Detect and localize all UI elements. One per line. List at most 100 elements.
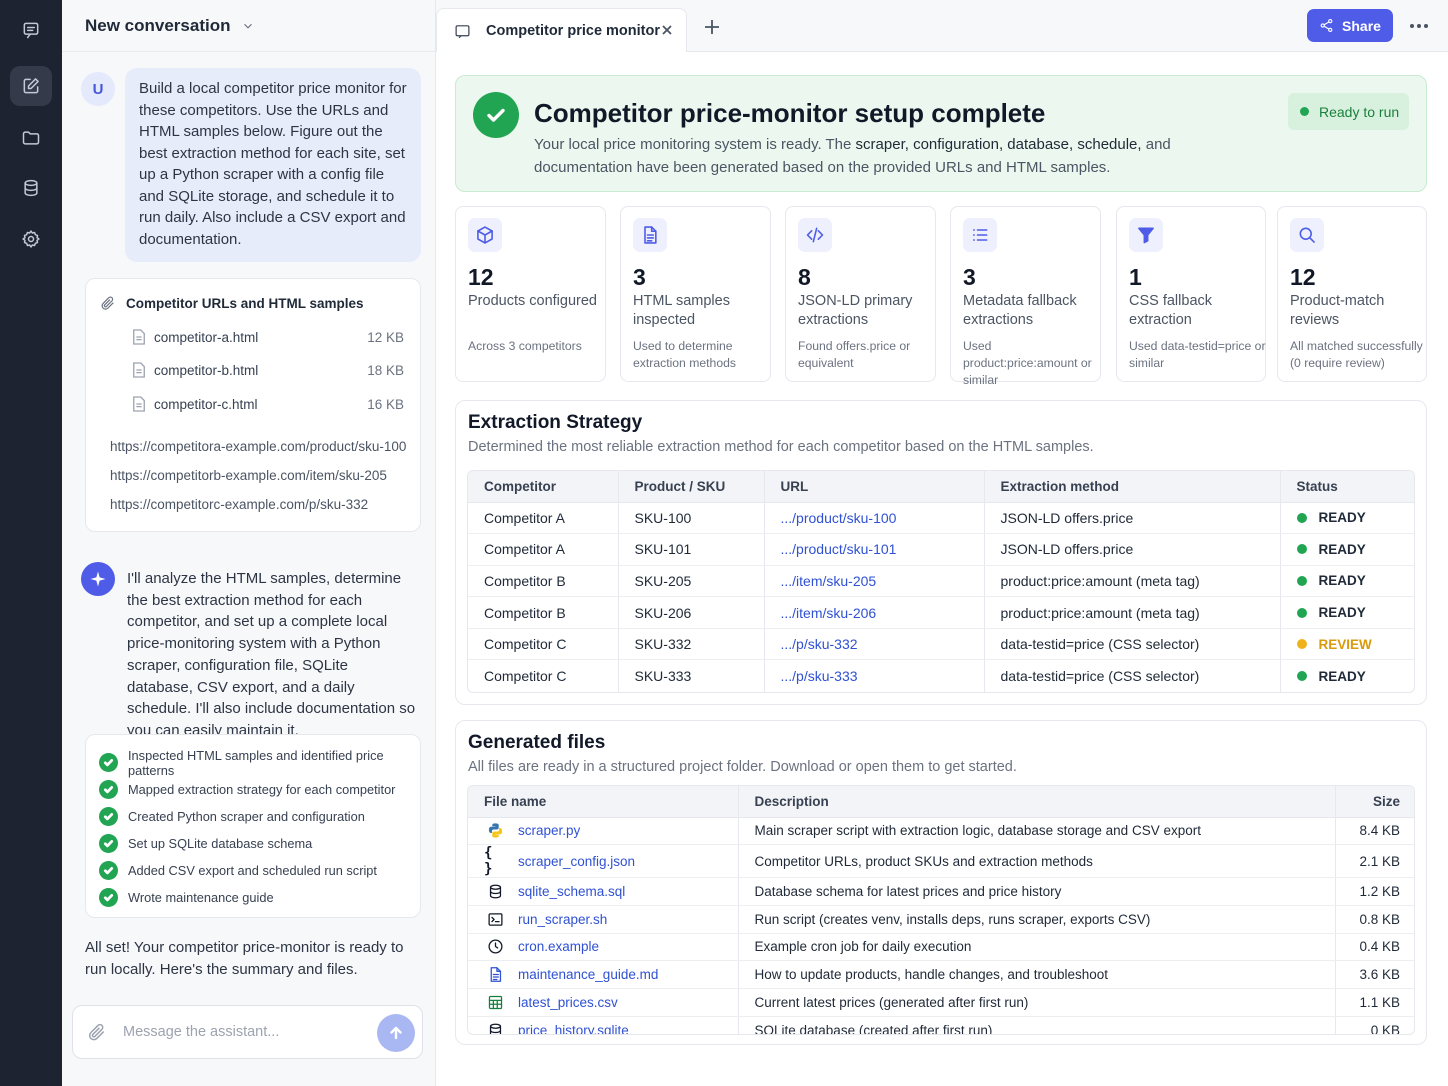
table-row: maintenance_guide.md How to update produc…	[468, 960, 1414, 989]
column-header[interactable]: Size	[1335, 786, 1414, 818]
plus-icon[interactable]	[703, 18, 721, 36]
file-link[interactable]: scraper.py	[518, 823, 580, 838]
stat-card-metadata: 3 Metadata fallback extractions Used pro…	[950, 206, 1101, 387]
competitor-cell: Competitor A	[468, 502, 619, 535]
success-banner: Competitor price-monitor setup complete …	[455, 75, 1427, 192]
search-icon	[1290, 218, 1324, 252]
stat-note: Used data-testid=price or similar	[1129, 339, 1266, 370]
size-cell: 0.8 KB	[1335, 905, 1414, 934]
close-icon[interactable]	[660, 23, 674, 37]
description-cell: Run script (creates venv, installs deps,…	[738, 905, 1336, 934]
conversation-title[interactable]: New conversation	[85, 16, 231, 36]
stat-label: HTML samples inspected	[633, 293, 730, 328]
attachment-file[interactable]: competitor-c.html 16 KB	[132, 394, 404, 414]
file-name-cell: price_history.sqlite	[468, 1016, 739, 1034]
send-button[interactable]	[377, 1014, 415, 1052]
url-link[interactable]: .../product/sku-101	[764, 533, 985, 566]
file-link[interactable]: sqlite_schema.sql	[518, 884, 625, 899]
table-row: price_history.sqlite SQLite database (cre…	[468, 1016, 1414, 1035]
check-icon	[99, 780, 118, 799]
tab-label: Competitor price monitor	[486, 23, 661, 39]
progress-checklist: Inspected HTML samples and identified pr…	[85, 734, 421, 918]
size-cell: 2.1 KB	[1335, 844, 1414, 879]
files-table: File name Description Size scraper.py Mai…	[467, 785, 1415, 1035]
user-message: Build a local competitor price monitor f…	[125, 68, 421, 262]
size-cell: 1.1 KB	[1335, 988, 1414, 1017]
spreadsheet-icon	[484, 994, 506, 1011]
file-link[interactable]: price_history.sqlite	[518, 1023, 629, 1034]
edit-icon[interactable]	[10, 66, 52, 106]
banner-title: Competitor price-monitor setup complete	[534, 98, 1046, 128]
stat-label: Product-match reviews	[1290, 293, 1385, 328]
checklist-label: Set up SQLite database schema	[128, 836, 313, 851]
table-row: Competitor C SKU-333 .../p/sku-333 data-tes…	[468, 659, 1414, 692]
status-cell: READY	[1280, 596, 1414, 629]
message-input[interactable]	[123, 1024, 363, 1040]
competitor-url[interactable]: https://competitorb-example.com/item/sku…	[110, 468, 387, 483]
attachment-title: Competitor URLs and HTML samples	[126, 295, 364, 311]
column-header[interactable]: File name	[468, 786, 739, 818]
file-size: 12 KB	[367, 329, 404, 345]
file-link[interactable]: cron.example	[518, 939, 599, 954]
stat-value: 12	[468, 264, 494, 290]
table-row: cron.example Example cron job for daily e…	[468, 933, 1414, 962]
competitor-url[interactable]: https://competitorc-example.com/p/sku-33…	[110, 497, 368, 512]
more-options-icon[interactable]	[1410, 18, 1430, 34]
column-header[interactable]: Competitor	[468, 471, 619, 503]
competitor-cell: Competitor B	[468, 565, 619, 598]
method-cell: JSON-LD offers.price	[984, 502, 1281, 535]
url-link[interactable]: .../item/sku-206	[764, 596, 985, 629]
column-header[interactable]: Product / SKU	[618, 471, 765, 503]
url-link[interactable]: .../item/sku-205	[764, 565, 985, 598]
file-link[interactable]: latest_prices.csv	[518, 995, 618, 1010]
attachment-file[interactable]: competitor-b.html 18 KB	[132, 360, 404, 380]
chevron-down-icon[interactable]	[241, 19, 255, 33]
url-link[interactable]: .../p/sku-332	[764, 628, 985, 661]
attachment-card: Competitor URLs and HTML samples competi…	[85, 278, 421, 532]
paperclip-icon[interactable]	[87, 1022, 107, 1042]
stat-value: 1	[1129, 264, 1142, 290]
strategy-table: Competitor Product / SKU URL Extraction …	[467, 470, 1415, 693]
file-link[interactable]: maintenance_guide.md	[518, 967, 658, 982]
column-header[interactable]: Status	[1280, 471, 1414, 503]
check-icon	[99, 888, 118, 907]
chat-icon	[455, 24, 470, 38]
checklist-item: Added CSV export and scheduled run scrip…	[99, 857, 420, 884]
checklist-label: Wrote maintenance guide	[128, 890, 274, 905]
database-icon[interactable]	[10, 168, 52, 208]
stat-label: Metadata fallback extractions	[963, 293, 1077, 328]
generated-files-card: Generated files All files are ready in a…	[455, 720, 1427, 1045]
column-header[interactable]: Extraction method	[984, 471, 1281, 503]
url-link[interactable]: .../product/sku-100	[764, 502, 985, 535]
tab-competitor-price-monitor[interactable]: Competitor price monitor	[436, 8, 687, 53]
checklist-label: Inspected HTML samples and identified pr…	[128, 747, 384, 778]
file-link[interactable]: run_scraper.sh	[518, 912, 607, 927]
size-cell: 0 KB	[1370, 1022, 1400, 1035]
attachment-file[interactable]: competitor-a.html 12 KB	[132, 327, 404, 347]
competitor-url[interactable]: https://competitora-example.com/product/…	[110, 439, 406, 454]
folder-icon[interactable]	[10, 118, 52, 158]
extraction-strategy-card: Extraction Strategy Determined the most …	[455, 400, 1427, 705]
file-link[interactable]: scraper_config.json	[518, 854, 635, 869]
checklist-item: Inspected HTML samples and identified pr…	[99, 747, 420, 778]
url-link[interactable]: .../p/sku-333	[764, 659, 985, 692]
column-header[interactable]: Description	[738, 786, 1336, 818]
status-badge: READY	[1296, 573, 1401, 588]
user-avatar: U	[81, 72, 115, 106]
method-cell: JSON-LD offers.price	[984, 533, 1281, 566]
status-cell: READY	[1280, 660, 1414, 692]
gear-icon[interactable]	[10, 219, 52, 259]
status-cell: REVIEW	[1280, 628, 1414, 661]
column-header[interactable]: URL	[764, 471, 985, 503]
share-button[interactable]: Share	[1307, 9, 1393, 42]
stat-label: JSON-LD primary extractions	[798, 293, 913, 328]
description-cell: Main scraper script with extraction logi…	[738, 817, 1336, 846]
table-row: sqlite_schema.sql Database schema for lat…	[468, 877, 1414, 906]
status-badge: REVIEW	[1296, 637, 1401, 652]
file-name-cell: scraper.py	[468, 817, 739, 846]
size-cell: 0.4 KB	[1335, 933, 1414, 962]
chat-icon[interactable]	[10, 10, 52, 50]
share-icon	[1320, 19, 1333, 32]
checklist-item: Created Python scraper and configuration	[99, 803, 420, 830]
file-name-cell: run_scraper.sh	[468, 905, 739, 934]
